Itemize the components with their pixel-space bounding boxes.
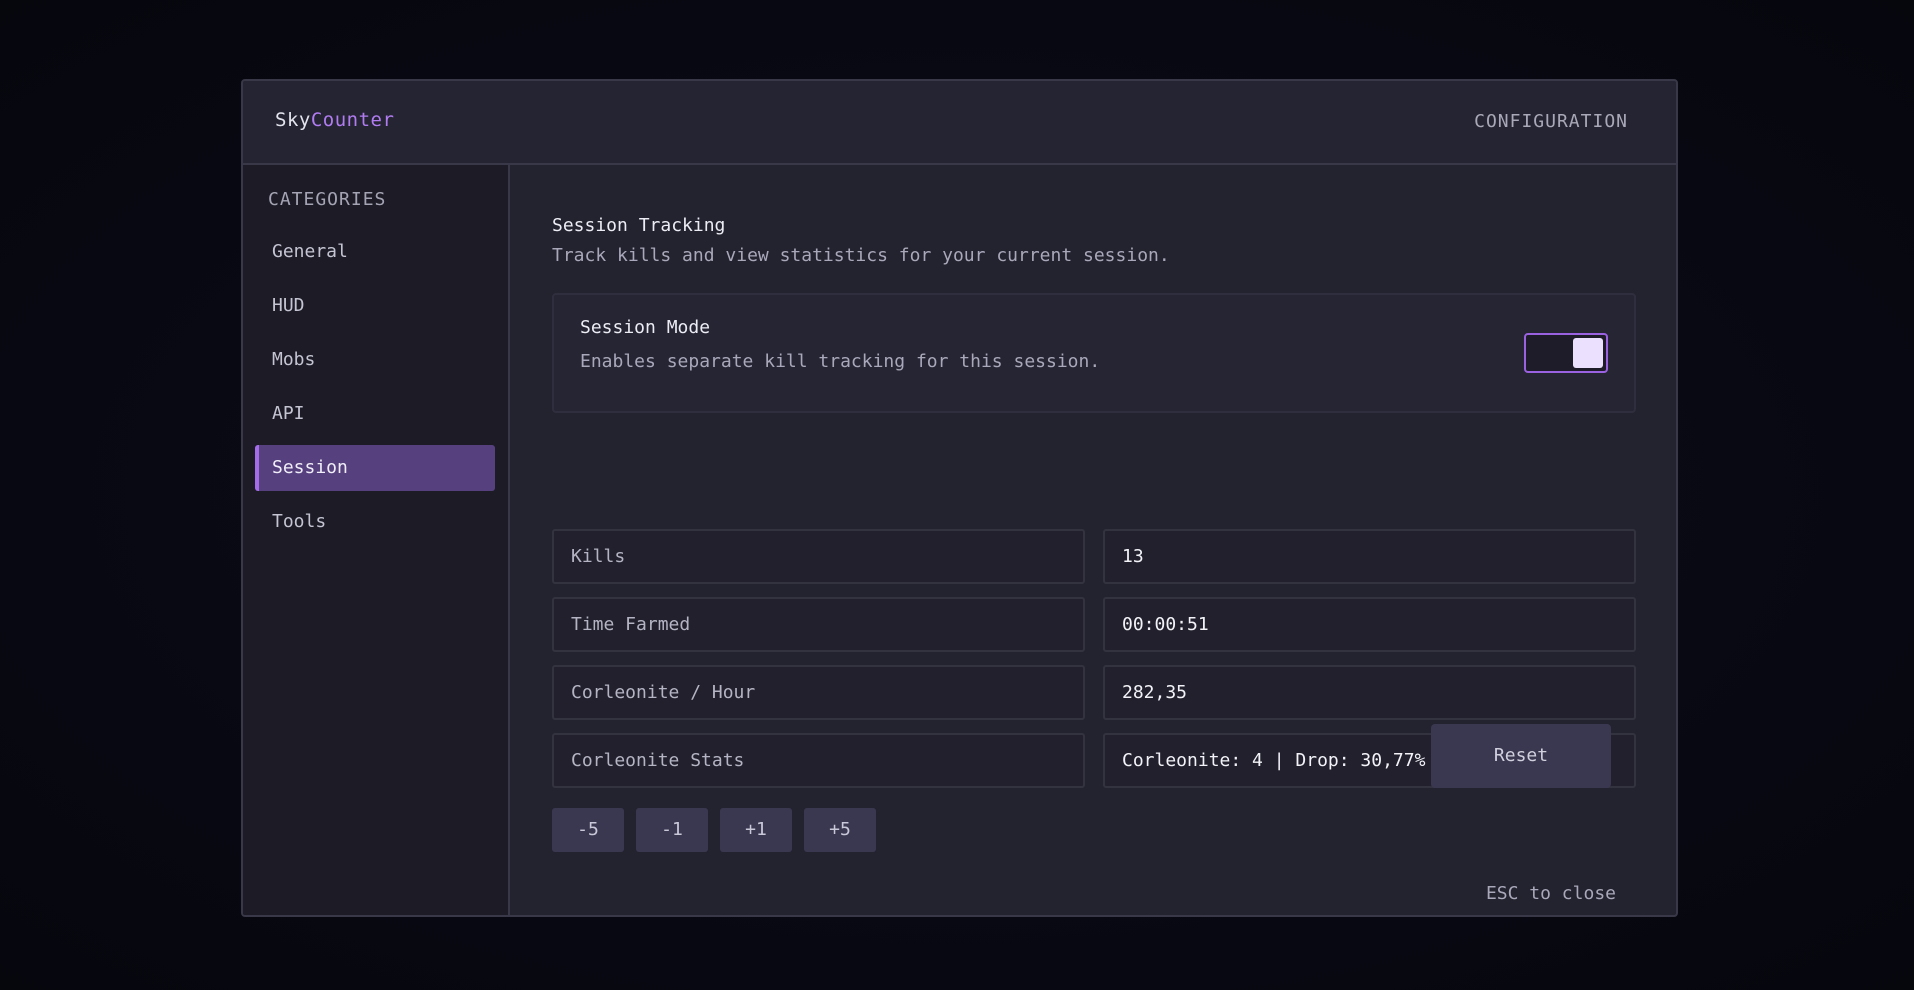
stat-value-time-farmed: 00:00:51 [1103, 597, 1636, 652]
plus-5-button[interactable]: +5 [804, 808, 876, 852]
stat-label-kills: Kills [552, 529, 1085, 584]
minus-1-button[interactable]: -1 [636, 808, 708, 852]
toggle-knob [1573, 338, 1603, 368]
minus-5-button[interactable]: -5 [552, 808, 624, 852]
session-mode-toggle[interactable] [1524, 333, 1608, 373]
reset-button[interactable]: Reset [1431, 724, 1611, 788]
sidebar-item-api[interactable]: API [255, 391, 495, 437]
stat-label-time-farmed: Time Farmed [552, 597, 1085, 652]
session-mode-title: Session Mode [580, 317, 711, 338]
config-window: SkyCounter CONFIGURATION CATEGORIES Gene… [241, 79, 1678, 917]
window-header: SkyCounter CONFIGURATION [243, 81, 1676, 165]
content-panel: Session Tracking Track kills and view st… [510, 165, 1676, 915]
sidebar-item-general[interactable]: General [255, 229, 495, 275]
sidebar-item-mobs[interactable]: Mobs [255, 337, 495, 383]
stat-value-corleonite-per-hour: 282,35 [1103, 665, 1636, 720]
brand-counter: Counter [310, 109, 395, 131]
stat-label-corleonite-per-hour: Corleonite / Hour [552, 665, 1085, 720]
sidebar: CATEGORIES General HUD Mobs API Session … [243, 165, 510, 915]
plus-1-button[interactable]: +1 [720, 808, 792, 852]
brand-sky: Sky [275, 109, 311, 131]
header-title: CONFIGURATION [1474, 111, 1628, 132]
app-brand: SkyCounter [275, 109, 394, 131]
esc-close-hint: ESC to close [1485, 883, 1616, 904]
stat-value-kills: 13 [1103, 529, 1636, 584]
sidebar-item-tools[interactable]: Tools [255, 499, 495, 545]
sidebar-heading: CATEGORIES [268, 189, 387, 210]
session-mode-card: Session Mode Enables separate kill track… [552, 293, 1636, 413]
session-mode-description: Enables separate kill tracking for this … [580, 351, 1101, 372]
sidebar-item-hud[interactable]: HUD [255, 283, 495, 329]
sidebar-item-session[interactable]: Session [255, 445, 495, 491]
section-description: Track kills and view statistics for your… [552, 245, 1170, 266]
stat-label-corleonite-stats: Corleonite Stats [552, 733, 1085, 788]
section-title: Session Tracking [552, 215, 726, 236]
